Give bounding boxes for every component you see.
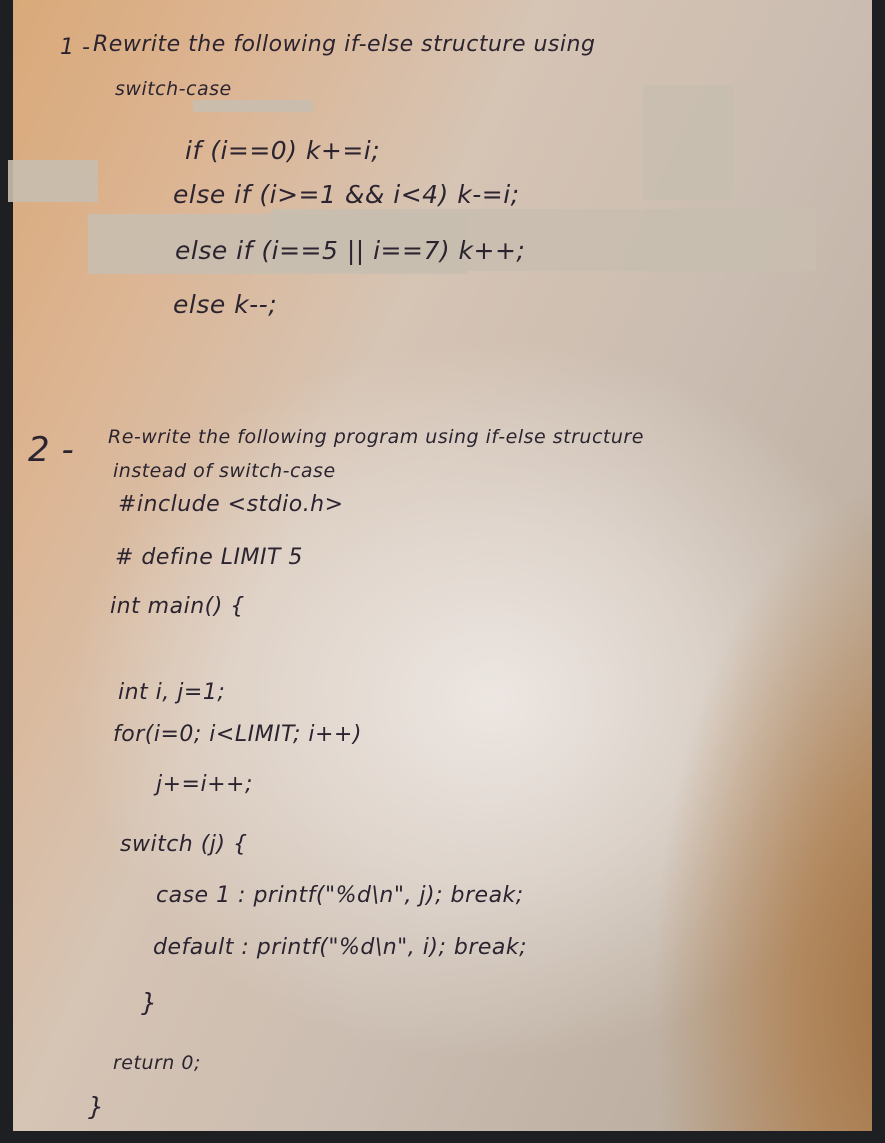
redaction-block xyxy=(193,100,313,112)
q1-code-line: else if (i==5 || i==7) k++; xyxy=(175,236,526,265)
q2-code-line: # define LIMIT 5 xyxy=(115,545,303,570)
redaction-block xyxy=(643,85,733,200)
q2-subtitle: instead of switch-case xyxy=(113,460,336,482)
q2-code-line: j+=i++; xyxy=(156,772,253,797)
q2-code-line: int i, j=1; xyxy=(118,680,226,705)
q2-code-line: int main() { xyxy=(110,594,245,619)
q2-code-line: return 0; xyxy=(113,1052,201,1074)
handwritten-paper: 1 - Rewrite the following if-else struct… xyxy=(8,0,872,1131)
q1-code-line: if (i==0) k+=i; xyxy=(185,136,381,165)
q2-code-line: case 1 : printf("%d\n", j); break; xyxy=(156,883,524,908)
q1-title: Rewrite the following if-else structure … xyxy=(93,32,596,57)
redaction-block xyxy=(8,160,98,202)
q2-code-line: } xyxy=(88,1092,105,1121)
q2-code-line: for(i=0; i<LIMIT; i++) xyxy=(113,722,362,747)
q2-title: Re-write the following program using if-… xyxy=(108,426,644,448)
q2-code-line: #include <stdio.h> xyxy=(118,492,344,517)
q2-code-line: default : printf("%d\n", i); break; xyxy=(153,935,528,960)
q2-code-line: switch (j) { xyxy=(120,832,248,857)
q1-code-line: else if (i>=1 && i<4) k-=i; xyxy=(173,180,520,209)
q1-code-line: else k--; xyxy=(173,290,278,319)
q2-code-line: } xyxy=(141,988,158,1017)
q1-number: 1 - xyxy=(60,35,91,60)
q2-number: 2 - xyxy=(28,430,75,470)
q1-subtitle: switch-case xyxy=(115,78,232,100)
